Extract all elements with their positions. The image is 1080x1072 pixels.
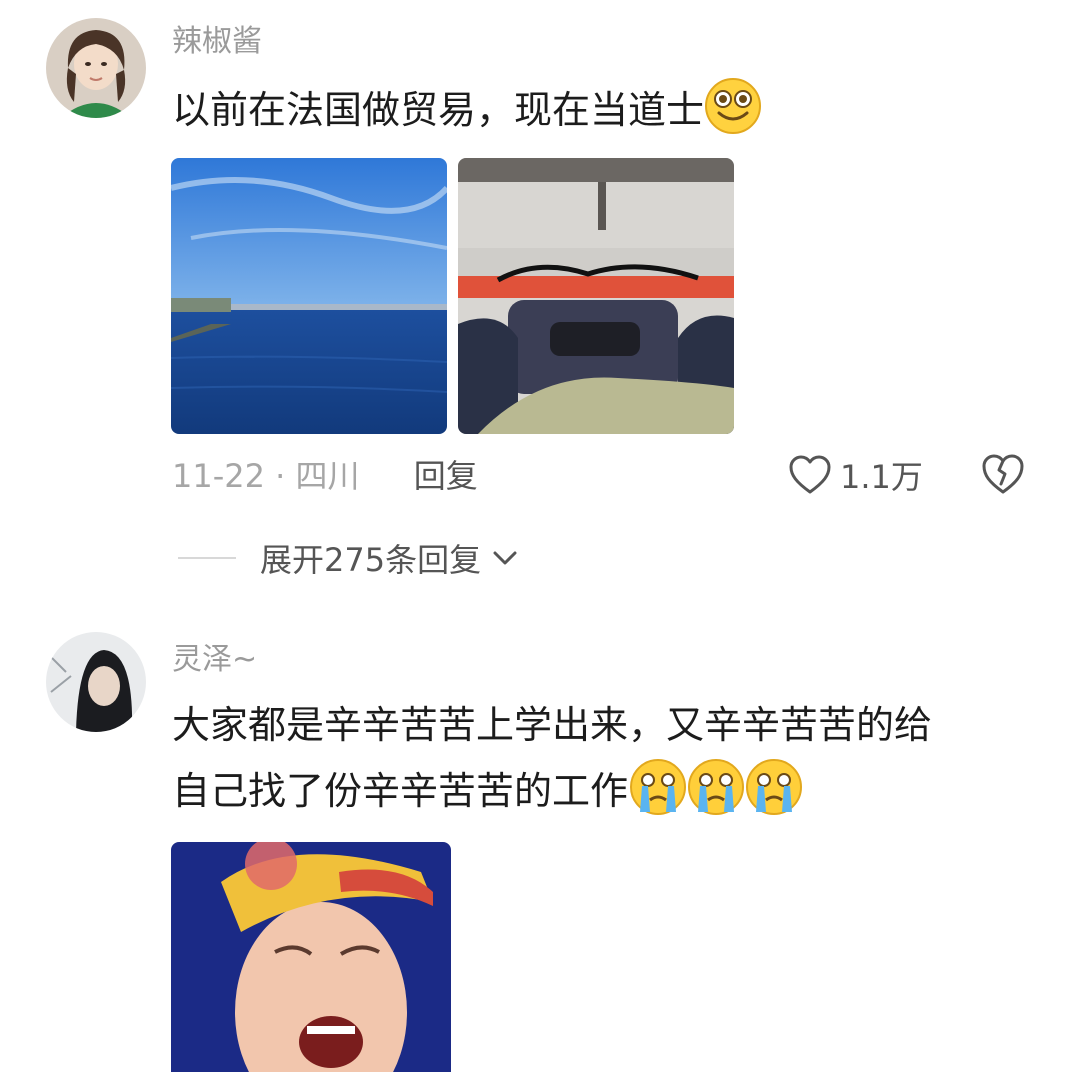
comment-text-line: 自己找了份辛辛苦苦的工作 bbox=[172, 769, 629, 813]
like-count: 1.1万 bbox=[840, 458, 923, 496]
comment-meta: 11-22 · 四川 回复 bbox=[172, 456, 478, 496]
username[interactable]: 灵泽~ bbox=[172, 640, 257, 680]
broken-heart-icon bbox=[982, 454, 1024, 494]
crying-face-emoji bbox=[744, 758, 803, 816]
avatar[interactable] bbox=[46, 632, 146, 732]
photo-meme[interactable] bbox=[171, 842, 451, 1072]
comment-text-content: 以前在法国做贸易，现在当道士 bbox=[172, 88, 705, 132]
comment-text-line: 大家都是辛辛苦苦上学出来，又辛辛苦苦的给 bbox=[172, 703, 933, 747]
comment-item: 灵泽~ 大家都是辛辛苦苦上学出来，又辛辛苦苦的给 自己找了份辛辛苦苦的工作 bbox=[0, 620, 1080, 1072]
comment-text: 以前在法国做贸易，现在当道士 bbox=[172, 77, 762, 143]
expand-replies-label: 展开275条回复 bbox=[260, 541, 482, 579]
grinning-face-emoji bbox=[704, 77, 762, 135]
meta-separator: · bbox=[275, 457, 286, 495]
avatar[interactable] bbox=[46, 18, 146, 118]
crying-face-emoji bbox=[686, 758, 745, 816]
comment-location: 四川 bbox=[295, 457, 360, 495]
comment-text: 大家都是辛辛苦苦上学出来，又辛辛苦苦的给 自己找了份辛辛苦苦的工作 bbox=[172, 692, 932, 824]
photo-luggage[interactable] bbox=[458, 158, 734, 434]
comment-text-line-2: 自己找了份辛辛苦苦的工作 bbox=[172, 758, 932, 824]
expand-divider bbox=[178, 557, 236, 559]
comment-item: 辣椒酱 以前在法国做贸易，现在当道士 11-22 · 四川 回复 1.1万 展开… bbox=[0, 0, 1080, 600]
heart-outline-icon bbox=[789, 455, 831, 494]
expand-replies-button[interactable]: 展开275条回复 bbox=[178, 536, 519, 580]
like-button[interactable]: 1.1万 bbox=[788, 452, 923, 498]
chevron-down-icon bbox=[493, 551, 517, 565]
crying-face-emoji bbox=[628, 758, 687, 816]
comment-date: 11-22 bbox=[172, 457, 265, 495]
reply-button[interactable]: 回复 bbox=[414, 457, 478, 495]
photo-sea[interactable] bbox=[171, 158, 447, 434]
dislike-button[interactable] bbox=[980, 452, 1026, 500]
username[interactable]: 辣椒酱 bbox=[172, 22, 262, 62]
